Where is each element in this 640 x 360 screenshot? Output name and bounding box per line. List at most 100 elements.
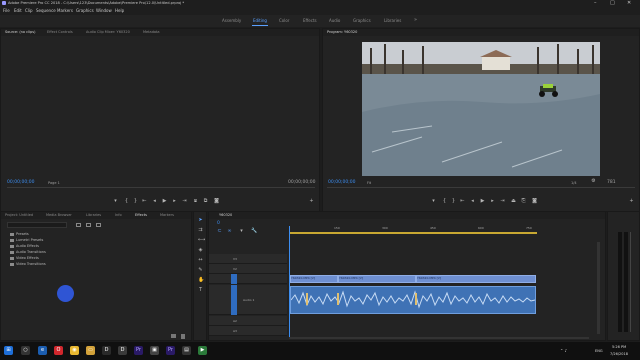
program-play-icon[interactable]: ▶ bbox=[480, 199, 485, 204]
program-settings-icon[interactable]: ⚙ bbox=[591, 179, 596, 184]
menu-sequence[interactable]: Sequence bbox=[36, 8, 56, 13]
premiere-icon[interactable]: Pr bbox=[134, 346, 143, 355]
timeline-horizontal-scrollbar[interactable] bbox=[289, 337, 589, 339]
extract-icon[interactable]: ⎘ bbox=[521, 199, 526, 204]
audio-keyframe-marker[interactable] bbox=[306, 293, 308, 305]
time-ruler[interactable]: 150 300 450 600 750 bbox=[289, 224, 589, 234]
clock-date[interactable]: 7/26/2018 bbox=[610, 352, 628, 356]
track-header-a3[interactable]: A3 bbox=[209, 326, 287, 336]
tab-effect-controls[interactable]: Effect Controls bbox=[47, 30, 73, 34]
ripple-edit-tool-icon[interactable]: ⟷ bbox=[198, 238, 205, 243]
folder-icon[interactable]: ▭ bbox=[86, 346, 95, 355]
tab-libraries[interactable]: Libraries bbox=[86, 213, 101, 217]
delete-icon[interactable] bbox=[181, 334, 185, 339]
menu-graphics[interactable]: Graphics bbox=[76, 8, 94, 13]
marker-icon[interactable]: ▾ bbox=[113, 199, 118, 204]
list-item[interactable]: Lumetri Presets bbox=[10, 238, 43, 242]
source-scrubber[interactable] bbox=[7, 187, 315, 188]
search-icon[interactable]: ○ bbox=[21, 346, 30, 355]
edge-icon[interactable]: e bbox=[38, 346, 47, 355]
davinci-icon[interactable]: D bbox=[102, 346, 111, 355]
program-add-button-icon[interactable]: + bbox=[629, 199, 634, 204]
list-item[interactable]: Video Transitions bbox=[10, 262, 46, 266]
source-timecode-left[interactable]: 00;00;00;00 bbox=[7, 180, 34, 185]
mark-out-icon[interactable]: } bbox=[133, 199, 138, 204]
list-item[interactable]: Audio Effects bbox=[10, 244, 39, 248]
tab-media-browser[interactable]: Media Browser bbox=[46, 213, 72, 217]
export-frame-icon[interactable]: ◙ bbox=[214, 199, 219, 204]
track-header-a1[interactable]: A1Audio 1 bbox=[209, 285, 287, 315]
overwrite-icon[interactable]: ⧉ bbox=[203, 199, 208, 204]
effects-search-input[interactable] bbox=[7, 222, 67, 228]
program-step-back-icon[interactable]: ◂ bbox=[470, 199, 475, 204]
program-mark-out-icon[interactable]: } bbox=[451, 199, 456, 204]
razor-tool-icon[interactable]: ◈ bbox=[198, 248, 203, 253]
workspace-overflow-icon[interactable]: » bbox=[414, 17, 417, 23]
go-to-out-icon[interactable]: ⇥ bbox=[182, 199, 187, 204]
track-header-v3[interactable]: V3 bbox=[209, 254, 287, 264]
menu-help[interactable]: Help bbox=[115, 8, 124, 13]
snap-icon[interactable]: ⊂ bbox=[217, 229, 222, 234]
hand-tool-icon[interactable]: ✋ bbox=[198, 278, 204, 283]
program-scrubber[interactable] bbox=[327, 187, 635, 188]
list-item[interactable]: Presets bbox=[10, 232, 29, 236]
selection-tool-icon[interactable]: ➤ bbox=[198, 218, 203, 223]
workspace-libraries[interactable]: Libraries bbox=[384, 18, 401, 23]
workspace-graphics[interactable]: Graphics bbox=[353, 18, 371, 23]
minimize-button[interactable]: – bbox=[594, 0, 597, 6]
program-ratio[interactable]: 1/4 bbox=[571, 181, 577, 185]
audio-keyframe-marker[interactable] bbox=[415, 293, 417, 305]
program-marker-icon[interactable]: ▾ bbox=[431, 199, 436, 204]
workspace-editing[interactable]: Editing bbox=[253, 18, 267, 23]
windows-start-icon[interactable]: ⊞ bbox=[4, 346, 13, 355]
program-go-to-in-icon[interactable]: ⇤ bbox=[460, 199, 465, 204]
menu-clip[interactable]: Clip bbox=[25, 8, 33, 13]
video-clip[interactable]: Y60320.MP4 [V] bbox=[290, 275, 338, 283]
accelerated-effects-icon[interactable] bbox=[76, 223, 81, 227]
list-item[interactable]: Audio Transitions bbox=[10, 250, 46, 254]
lift-icon[interactable]: ⏏ bbox=[511, 199, 516, 204]
video-clip[interactable]: Y60320.MP4 [V] bbox=[338, 275, 416, 283]
type-tool-icon[interactable]: T bbox=[198, 288, 203, 293]
audio-keyframe-marker[interactable] bbox=[337, 293, 339, 305]
program-timecode[interactable]: 00;00;00;00 bbox=[328, 180, 355, 185]
workspace-effects[interactable]: Effects bbox=[303, 18, 317, 23]
app-icon[interactable]: ▤ bbox=[182, 346, 191, 355]
app-icon[interactable]: ▶ bbox=[198, 346, 207, 355]
tab-source[interactable]: Source: (no clips) bbox=[5, 30, 35, 34]
v1-target-indicator[interactable] bbox=[231, 274, 237, 284]
program-step-forward-icon[interactable]: ▸ bbox=[490, 199, 495, 204]
workspace-assembly[interactable]: Assembly bbox=[222, 18, 241, 23]
source-add-button-icon[interactable]: + bbox=[309, 199, 314, 204]
timeline-settings-icon[interactable]: 🔧 bbox=[251, 229, 257, 234]
menu-markers[interactable]: Markers bbox=[57, 8, 73, 13]
keyboard-language[interactable]: ENG bbox=[595, 349, 603, 353]
workspace-color[interactable]: Color bbox=[279, 18, 289, 23]
tray-icons[interactable]: ⌃ ♪ bbox=[560, 348, 567, 353]
slip-tool-icon[interactable]: ↔ bbox=[198, 258, 203, 263]
program-mark-in-icon[interactable]: { bbox=[442, 199, 447, 204]
add-marker-icon[interactable]: ▾ bbox=[239, 229, 244, 234]
mark-in-icon[interactable]: { bbox=[124, 199, 129, 204]
tab-sequence[interactable]: Y60320 bbox=[219, 213, 232, 217]
video-clip[interactable]: Y60320.MP4 [V] bbox=[416, 275, 536, 283]
tab-program[interactable]: Program: Y60320 bbox=[327, 30, 357, 34]
premiere-taskbar-active-icon[interactable]: Pr bbox=[166, 346, 175, 355]
opera-icon[interactable]: O bbox=[54, 346, 63, 355]
step-back-icon[interactable]: ◂ bbox=[152, 199, 157, 204]
program-fit[interactable]: Fit bbox=[367, 181, 371, 185]
new-bin-icon[interactable] bbox=[171, 334, 176, 338]
workspace-audio[interactable]: Audio bbox=[329, 18, 340, 23]
timeline-timecode[interactable]: 0 bbox=[217, 221, 220, 226]
track-header-v1[interactable]: V1 bbox=[209, 274, 287, 284]
track-header-v2[interactable]: V2 bbox=[209, 264, 287, 274]
track-select-tool-icon[interactable]: ⇉ bbox=[198, 228, 203, 233]
pen-tool-icon[interactable]: ✎ bbox=[198, 268, 203, 273]
step-forward-icon[interactable]: ▸ bbox=[172, 199, 177, 204]
menu-edit[interactable]: Edit bbox=[14, 8, 22, 13]
tab-audio-clip-mixer[interactable]: Audio Clip Mixer: Y60320 bbox=[86, 30, 130, 34]
a1-target-indicator[interactable] bbox=[231, 285, 237, 315]
go-to-in-icon[interactable]: ⇤ bbox=[142, 199, 147, 204]
audio-clip[interactable] bbox=[290, 286, 536, 314]
insert-icon[interactable]: ⧈ bbox=[193, 199, 198, 204]
